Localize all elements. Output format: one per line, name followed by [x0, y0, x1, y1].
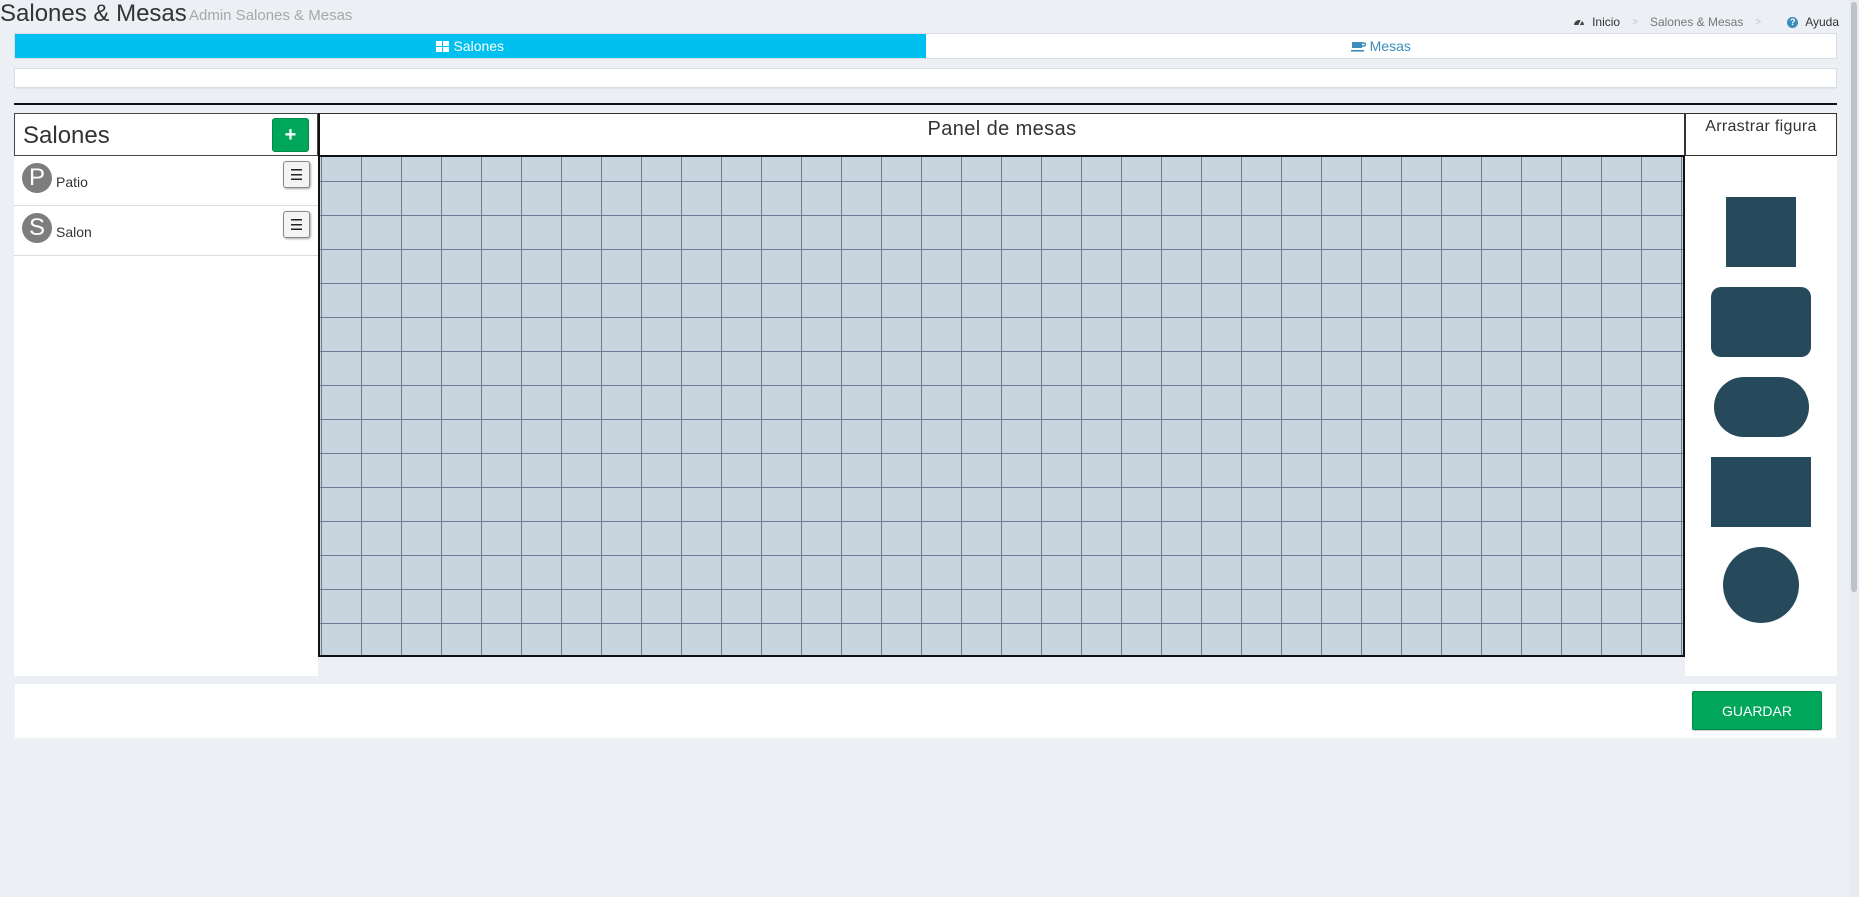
- salon-label: Salon: [56, 224, 92, 240]
- sidebar-header: Salones +: [14, 113, 318, 156]
- square-table-shape[interactable]: [1726, 197, 1796, 267]
- page-scrollbar[interactable]: [1849, 0, 1859, 897]
- tab-bar: Salones Mesas: [14, 33, 1837, 59]
- salon-item-patio[interactable]: P Patio ☰: [14, 156, 318, 206]
- breadcrumb: Inicio > Salones & Mesas > ? Ayuda: [1573, 15, 1839, 29]
- avatar: P: [22, 163, 52, 193]
- tables-grid-canvas[interactable]: [318, 155, 1685, 657]
- toolbar-placeholder: [14, 68, 1837, 88]
- scrollbar-thumb[interactable]: [1851, 2, 1857, 592]
- rounded-rect-table-shape[interactable]: [1711, 287, 1811, 357]
- page-subtitle: Admin Salones & Mesas: [189, 7, 353, 24]
- shapes-panel: Arrastrar figura: [1685, 113, 1837, 676]
- hamburger-icon: ☰: [289, 166, 304, 184]
- breadcrumb-current: Salones & Mesas: [1649, 15, 1744, 29]
- hamburger-icon: ☰: [289, 216, 304, 234]
- tab-salones-label: Salones: [453, 38, 505, 54]
- page-header: Salones & Mesas Admin Salones & Mesas In…: [0, 0, 1859, 30]
- dashboard-icon: [1573, 15, 1585, 29]
- rect-table-shape[interactable]: [1711, 457, 1811, 527]
- coffee-icon: [1350, 41, 1366, 52]
- breadcrumb-separator-icon: >: [1755, 16, 1762, 28]
- salon-menu-button[interactable]: ☰: [283, 211, 310, 238]
- plus-icon: +: [284, 123, 297, 146]
- salon-label: Patio: [56, 174, 88, 190]
- section-divider: [14, 103, 1837, 105]
- help-label: Ayuda: [1805, 15, 1839, 29]
- circle-table-shape[interactable]: [1723, 547, 1799, 623]
- question-circle-icon: ?: [1787, 16, 1799, 28]
- tab-mesas[interactable]: Mesas: [925, 34, 1836, 58]
- avatar: S: [22, 213, 52, 243]
- add-salon-button[interactable]: +: [272, 118, 309, 152]
- tab-mesas-label: Mesas: [1369, 38, 1411, 54]
- page-title: Salones & Mesas: [0, 0, 187, 27]
- shapes-header: Arrastrar figura: [1685, 113, 1837, 156]
- pill-table-shape[interactable]: [1714, 377, 1809, 437]
- tab-salones[interactable]: Salones: [15, 34, 926, 58]
- footer-bar: GUARDAR: [14, 683, 1837, 739]
- salon-menu-button[interactable]: ☰: [283, 161, 310, 188]
- salones-sidebar: Salones + P Patio ☰ S Salon ☰: [14, 113, 318, 676]
- breadcrumb-separator-icon: >: [1632, 16, 1638, 28]
- breadcrumb-home-link[interactable]: Inicio: [1592, 15, 1620, 29]
- panel-header: Panel de mesas: [318, 113, 1685, 156]
- save-button[interactable]: GUARDAR: [1692, 691, 1822, 730]
- panel-title: Panel de mesas: [927, 118, 1077, 140]
- shapes-title: Arrastrar figura: [1705, 118, 1817, 135]
- help-link[interactable]: ? Ayuda: [1787, 15, 1839, 29]
- salon-item-salon[interactable]: S Salon ☰: [14, 206, 318, 256]
- sidebar-title: Salones: [23, 122, 110, 149]
- grid-icon: [436, 40, 450, 52]
